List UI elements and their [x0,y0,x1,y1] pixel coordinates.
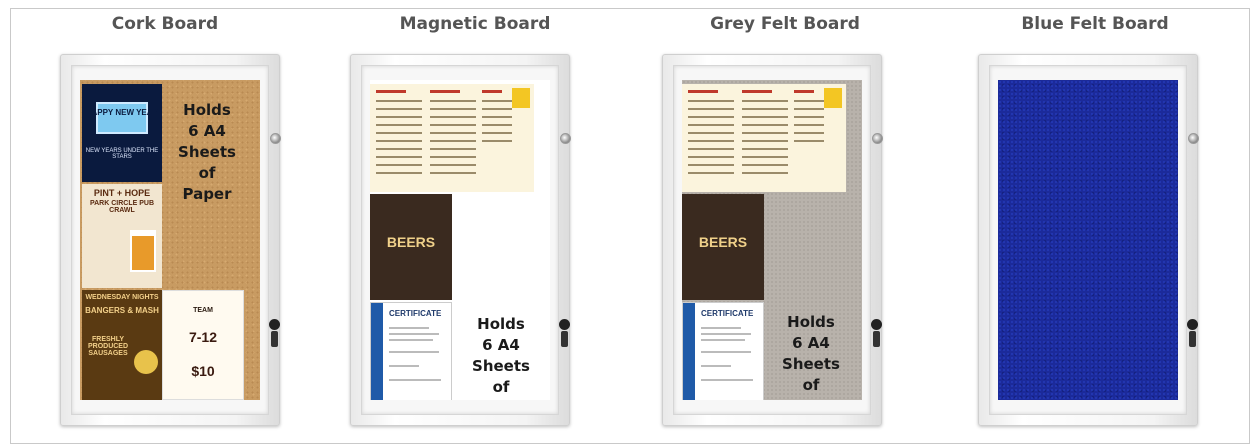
beers-title: BEERS [698,234,748,250]
lock-icon[interactable] [871,319,883,349]
lock-icon[interactable] [269,319,281,349]
sausage-body: FRESHLY PRODUCED SAUSAGES [87,336,129,357]
sticky-note [512,88,530,108]
magnetic-board-column: Magnetic Board BEERS CERTIFICATE Holds 6… [320,0,630,446]
nye-caption: NEW YEARS UNDER THE STARS [85,148,159,160]
magnetic-surface: BEERS CERTIFICATE Holds 6 A4 Sheets of [370,80,550,400]
nye-sign [96,102,148,134]
lock-icon[interactable] [1187,319,1199,349]
case-frame: BEERS CERTIFICATE Holds 6 A4 Sheets of [673,65,871,415]
new-year-poster: HAPPY NEW YEAR NEW YEARS UNDER THE STARS [82,84,162,182]
holds-caption: Holds 6 A4 Sheets of Paper [782,313,840,400]
grey-felt-surface: BEERS CERTIFICATE Holds 6 A4 Sheets of [682,80,862,400]
beer-glass-icon [130,230,156,272]
sausage-night-poster: WEDNESDAY NIGHTS BANGERS & MASH FRESHLY … [82,290,162,400]
restaurant-menu-poster [370,84,534,192]
grey-felt-board-column: Grey Felt Board BEERS CERTIFICATE Holds … [630,0,940,446]
beers-poster: BEERS [682,194,764,300]
pub-crawl-poster: PINT + HOPE PARK CIRCLE PUB CRAWL [82,184,162,288]
hinge-icon [1188,133,1199,144]
team-price: $10 [191,363,215,379]
beers-title: BEERS [386,234,436,250]
cork-board-case[interactable]: HAPPY NEW YEAR NEW YEARS UNDER THE STARS… [60,54,281,426]
team-date: 7-12 [188,329,218,345]
nye-sign-text: HAPPY NEW YEAR [85,108,159,117]
cork-board-title: Cork Board [111,14,219,34]
sausage-subtitle: BANGERS & MASH [85,306,159,315]
sausage-title: WEDNESDAY NIGHTS [85,294,159,301]
pub-title: PINT + HOPE [93,188,151,198]
magnetic-board-title: Magnetic Board [399,14,551,34]
certificate-title: CERTIFICATE [389,309,442,318]
case-frame: BEERS CERTIFICATE Holds 6 A4 Sheets of [361,65,559,415]
certificate-poster: CERTIFICATE [682,302,764,400]
case-frame: HAPPY NEW YEAR NEW YEARS UNDER THE STARS… [71,65,269,415]
blue-felt-surface [998,80,1178,400]
lock-icon[interactable] [559,319,571,349]
cork-board-column: Cork Board HAPPY NEW YEAR NEW YEARS UNDE… [10,0,320,446]
hinge-icon [560,133,571,144]
restaurant-menu-poster [682,84,846,192]
beers-poster: BEERS [370,194,452,300]
grey-felt-board-case[interactable]: BEERS CERTIFICATE Holds 6 A4 Sheets of [662,54,883,426]
blue-felt-board-case[interactable] [978,54,1199,426]
certificate-title: CERTIFICATE [701,309,754,318]
holds-caption: Holds 6 A4 Sheets of Paper [178,101,236,203]
blue-felt-board-title: Blue Felt Board [1021,14,1169,34]
team-title: TEAM [193,307,213,314]
hinge-icon [872,133,883,144]
certificate-poster: CERTIFICATE [370,302,452,400]
sticky-note [824,88,842,108]
cork-surface: HAPPY NEW YEAR NEW YEARS UNDER THE STARS… [80,80,260,400]
case-frame [989,65,1187,415]
grey-felt-board-title: Grey Felt Board [710,14,860,34]
price-badge-icon [134,350,158,374]
pub-subtitle: PARK CIRCLE PUB CRAWL [89,200,155,214]
hinge-icon [270,133,281,144]
team-night-poster: TEAM 7-12 $10 [162,290,244,400]
magnetic-board-case[interactable]: BEERS CERTIFICATE Holds 6 A4 Sheets of [350,54,571,426]
holds-caption: Holds 6 A4 Sheets of Paper [472,315,530,400]
blue-felt-board-column: Blue Felt Board [940,0,1250,446]
